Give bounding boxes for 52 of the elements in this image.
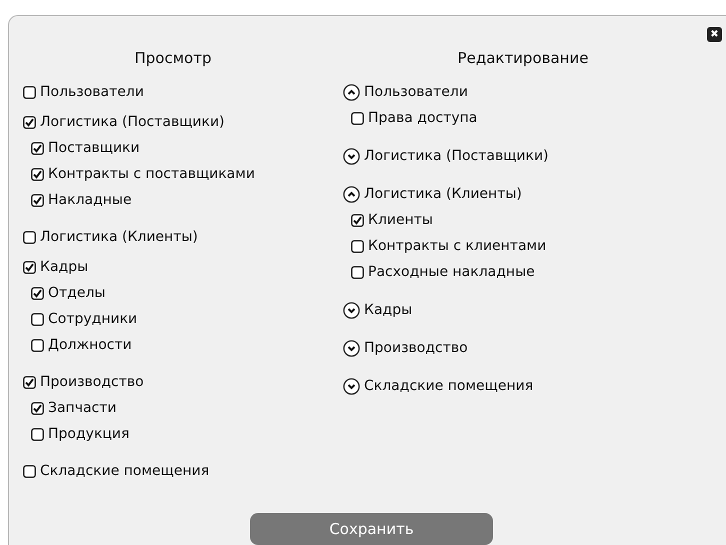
checkbox-label: Контракты с поставщиками xyxy=(48,166,255,182)
checkbox-label: Запчасти xyxy=(48,400,117,416)
chevron-up-icon[interactable] xyxy=(343,186,360,202)
checked-checkbox[interactable] xyxy=(23,260,36,274)
checkbox[interactable] xyxy=(23,230,36,244)
checkbox-label: Отделы xyxy=(48,285,106,301)
save-button[interactable]: Сохранить xyxy=(250,513,493,545)
close-button[interactable]: ✖ xyxy=(707,27,722,42)
checked-checkbox[interactable] xyxy=(351,214,364,226)
checkbox-label: Логистика (Клиенты) xyxy=(40,229,198,245)
checkbox-label: Кадры xyxy=(40,259,88,275)
group-label: Кадры xyxy=(364,302,412,318)
checked-checkbox[interactable] xyxy=(31,286,44,300)
checkbox-label: Накладные xyxy=(48,192,132,208)
chevron-down-icon[interactable] xyxy=(343,148,360,164)
checkbox-label: Права доступа xyxy=(368,110,478,126)
checkbox[interactable] xyxy=(351,112,364,124)
group-label: Производство xyxy=(364,340,468,356)
checked-checkbox[interactable] xyxy=(31,142,44,154)
checkbox-label: Должности xyxy=(48,337,132,353)
checkbox[interactable] xyxy=(23,86,36,98)
checkbox[interactable] xyxy=(31,428,44,440)
chevron-up-icon[interactable] xyxy=(343,84,360,100)
checked-checkbox[interactable] xyxy=(23,116,36,128)
chevron-down-icon[interactable] xyxy=(343,340,360,356)
checkbox-label: Расходные накладные xyxy=(368,264,535,280)
checkbox-label: Сотрудники xyxy=(48,311,138,327)
checkbox-label: Складские помещения xyxy=(40,463,210,479)
chevron-down-icon[interactable] xyxy=(343,302,360,318)
column-heading: Просмотр xyxy=(134,48,212,69)
checked-checkbox[interactable] xyxy=(23,376,36,388)
checkbox-label: Контракты с клиентами xyxy=(368,238,546,254)
checked-checkbox[interactable] xyxy=(31,168,44,180)
checkbox-label: Пользователи xyxy=(40,84,144,100)
group-label: Логистика (Клиенты) xyxy=(364,186,522,202)
checkbox[interactable] xyxy=(23,464,36,478)
group-label: Логистика (Поставщики) xyxy=(364,148,549,164)
group-label: Пользователи xyxy=(364,84,468,100)
checkbox-label: Поставщики xyxy=(48,140,140,156)
checkbox-label: Производство xyxy=(40,374,144,390)
column-heading: Редактирование xyxy=(456,48,590,69)
checkbox[interactable] xyxy=(31,338,44,352)
checkbox[interactable] xyxy=(31,312,44,326)
chevron-down-icon[interactable] xyxy=(343,378,360,394)
checkbox-label: Логистика (Поставщики) xyxy=(40,114,225,130)
group-label: Складские помещения xyxy=(364,378,534,394)
checkbox[interactable] xyxy=(351,266,364,278)
checked-checkbox[interactable] xyxy=(31,194,44,206)
checkbox[interactable] xyxy=(351,240,364,252)
checkbox-label: Продукция xyxy=(48,426,130,442)
checkbox-label: Клиенты xyxy=(368,212,433,228)
checked-checkbox[interactable] xyxy=(31,402,44,414)
